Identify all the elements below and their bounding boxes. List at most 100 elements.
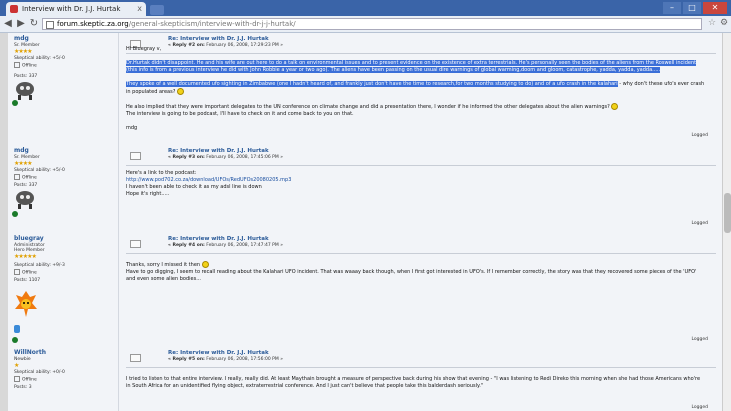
skeptical-ability: Skeptical ability: +5/-0 <box>14 56 65 61</box>
minimize-button[interactable]: – <box>663 2 681 14</box>
post-title[interactable]: Re: Interview with Dr. J.J. Hurtak <box>168 236 269 242</box>
rank-stars-icon: ★★★★ <box>14 48 32 55</box>
online-status-icon <box>12 100 18 106</box>
post-text: Here's a link to the podcast: <box>126 170 197 176</box>
tab-close-icon[interactable]: x <box>137 2 142 16</box>
browser-tab[interactable]: Interview with Dr. J.J. Hurtak x <box>6 2 146 16</box>
selected-text-line: (this info is from a previous interview … <box>126 67 661 73</box>
rank-stars-icon: ★ <box>14 362 19 369</box>
post-date: February 06, 2008, 17:45:06 PM » <box>206 155 283 160</box>
post-header: Re: Interview with Dr. J.J. Hurtak « Rep… <box>126 147 716 165</box>
online-status-icon <box>12 337 18 343</box>
post-text: in populated areas? <box>126 89 176 95</box>
author-name[interactable]: bluegray <box>14 235 44 242</box>
rank-stars-icon: ★★★★★ <box>14 253 37 260</box>
smiley-icon <box>201 261 209 268</box>
new-tab-button[interactable] <box>150 5 164 15</box>
status-offline: Offline <box>14 62 37 69</box>
forum-post: bluegray Administrator Hero Member ★★★★★… <box>8 233 722 348</box>
wrench-icon[interactable]: ⚙ <box>720 18 728 28</box>
podcast-link[interactable]: http://www.pod702.co.za/download/UFOs/Re… <box>126 177 716 184</box>
avatar <box>15 291 37 317</box>
divider <box>126 165 716 166</box>
tab-title: Interview with Dr. J.J. Hurtak <box>22 5 121 13</box>
post-meta: « Reply #4 on: February 06, 2008, 17:47:… <box>168 243 283 248</box>
post-date: February 06, 2008, 17:56:00 PM » <box>206 357 283 362</box>
reply-label: « Reply #5 on: <box>168 357 205 362</box>
author-name[interactable]: WillNorth <box>14 349 46 356</box>
reply-label: « Reply #4 on: <box>168 243 205 248</box>
post-date: February 06, 2008, 17:47:47 PM » <box>206 243 283 248</box>
logged-label: Logged <box>691 221 708 226</box>
post-icon <box>130 354 141 362</box>
url-domain: forum.skeptic.za.org <box>57 20 129 28</box>
post-signature: mdg <box>126 125 138 131</box>
post-title[interactable]: Re: Interview with Dr. J.J. Hurtak <box>168 36 269 42</box>
avatar <box>16 82 34 100</box>
forum-page: mdg Sr. Member ★★★★ Skeptical ability: +… <box>8 33 722 411</box>
selected-text-line: Dr.Hurtak didn't disappoint. He and his … <box>126 60 697 66</box>
status-offline: Offline <box>14 174 37 181</box>
browser-toolbar: ◀ ▶ ↻ forum.skeptic.za.org/general-skept… <box>0 16 731 33</box>
post-header: Re: Interview with Dr. J.J. Hurtak « Rep… <box>126 349 716 367</box>
status-offline: Offline <box>14 376 37 383</box>
post-count: Posts: 337 <box>14 74 38 79</box>
post-meta: « Reply #3 on: February 06, 2008, 17:45:… <box>168 155 283 160</box>
post-icon <box>130 240 141 248</box>
selected-text-line: They spoke of a well documented ufo sigh… <box>126 81 618 87</box>
reload-icon[interactable]: ↻ <box>28 18 40 30</box>
post-author-panel: mdg Sr. Member ★★★★ Skeptical ability: +… <box>8 33 119 145</box>
reply-label: « Reply #3 on: <box>168 155 205 160</box>
window-controls: – □ ✕ <box>663 2 727 16</box>
bookmark-star-icon[interactable]: ☆ <box>708 18 716 28</box>
forum-post: mdg Sr. Member ★★★★ Skeptical ability: +… <box>8 145 722 234</box>
url-path: /general-skepticism/interview-with-dr-j-… <box>128 20 296 28</box>
post-icon <box>130 152 141 160</box>
post-author-panel: bluegray Administrator Hero Member ★★★★★… <box>8 233 119 347</box>
post-meta: « Reply #5 on: February 06, 2008, 17:56:… <box>168 357 283 362</box>
post-body: Hi Bluegray v, Dr.Hurtak didn't disappoi… <box>126 46 716 132</box>
post-text: Have to go digging, I seem to recall rea… <box>126 269 697 275</box>
author-name[interactable]: mdg <box>14 35 29 42</box>
address-bar[interactable]: forum.skeptic.za.org/general-skepticism/… <box>42 18 702 30</box>
post-title[interactable]: Re: Interview with Dr. J.J. Hurtak <box>168 148 269 154</box>
forward-icon[interactable]: ▶ <box>15 18 27 30</box>
user-badge-icon <box>14 325 20 333</box>
scrollbar[interactable] <box>722 33 731 411</box>
favicon-icon <box>10 5 18 13</box>
post-body: I tried to listen to that entire intervi… <box>126 376 716 390</box>
page-icon <box>46 21 54 29</box>
post-text: and even some alien bodies... <box>126 276 201 282</box>
skeptical-ability: Skeptical ability: +9/-3 <box>14 263 65 268</box>
avatar <box>16 191 34 209</box>
post-body: Here's a link to the podcast: http://www… <box>126 170 716 198</box>
forum-post: mdg Sr. Member ★★★★ Skeptical ability: +… <box>8 33 722 146</box>
forum-post: WillNorth Newbie ★ Skeptical ability: +0… <box>8 347 722 411</box>
rank-stars-icon: ★★★★ <box>14 160 32 167</box>
maximize-button[interactable]: □ <box>683 2 701 14</box>
post-title[interactable]: Re: Interview with Dr. J.J. Hurtak <box>168 350 269 356</box>
online-status-icon <box>12 211 18 217</box>
logged-label: Logged <box>691 405 708 410</box>
post-text: The interview is going to be podcast, I'… <box>126 111 354 117</box>
smiley-icon <box>176 88 184 95</box>
post-text: Hope it's right..... <box>126 191 170 197</box>
divider <box>126 253 716 254</box>
status-offline: Offline <box>14 269 37 276</box>
post-count: Posts: 337 <box>14 183 38 188</box>
author-name[interactable]: mdg <box>14 147 29 154</box>
post-text: - why don't these ufo's ever crash <box>617 81 705 87</box>
post-body: Thanks, sorry I missed it then Have to g… <box>126 261 716 283</box>
post-text: Thanks, sorry I missed it then <box>126 262 201 268</box>
logged-label: Logged <box>691 337 708 342</box>
smiley-icon <box>611 103 619 110</box>
post-author-panel: mdg Sr. Member ★★★★ Skeptical ability: +… <box>8 145 119 233</box>
post-text: He also implied that they were important… <box>126 104 610 110</box>
post-text: I tried to listen to that entire intervi… <box>126 376 701 382</box>
back-icon[interactable]: ◀ <box>2 18 14 30</box>
divider <box>126 367 716 368</box>
scrollbar-thumb[interactable] <box>724 193 731 233</box>
post-greeting: Hi Bluegray v, <box>126 46 162 52</box>
close-window-button[interactable]: ✕ <box>703 2 727 14</box>
skeptical-ability: Skeptical ability: +0/-0 <box>14 370 65 375</box>
